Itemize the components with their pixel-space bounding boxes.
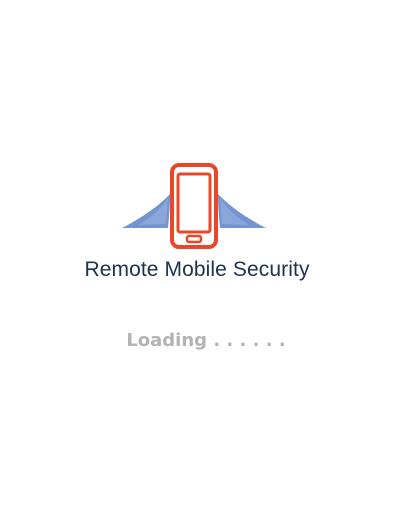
app-name-title: Remote Mobile Security [84,258,310,281]
right-wing [218,194,266,228]
left-wing [122,194,170,228]
phone-icon [170,163,218,249]
loading-indicator-text: Loading . . . . . . [126,330,286,351]
winged-phone-icon [122,163,266,249]
splash-screen: Remote Mobile Security Loading . . . . .… [0,0,412,526]
